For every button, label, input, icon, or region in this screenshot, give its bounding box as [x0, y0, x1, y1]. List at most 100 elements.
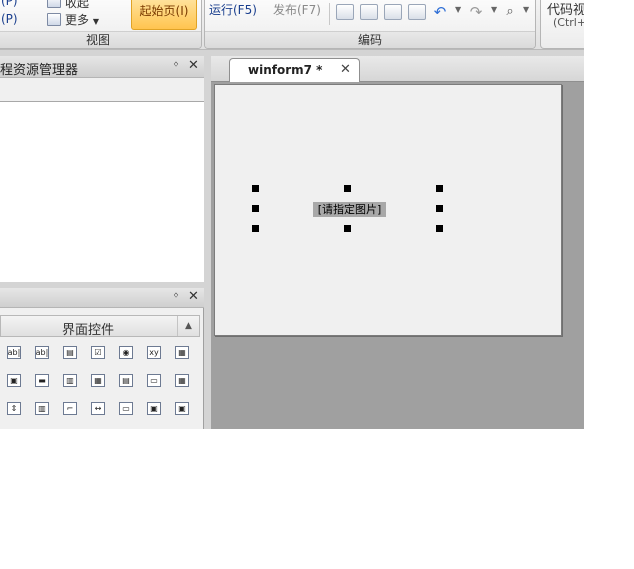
find-dropdown-icon[interactable]: ▼	[523, 5, 529, 14]
toolbox-control-glyph: ab|	[6, 346, 22, 359]
explorer-tree[interactable]	[0, 102, 204, 282]
toolbox-control-glyph: ▭	[147, 374, 161, 387]
ribbon-group-view: (P) 收起 (P) 更多 ▼ 起始页(I) 视图	[0, 0, 202, 49]
toolbox-control-glyph: ▦	[175, 346, 189, 359]
ribbon-more-button[interactable]: 更多 ▼	[65, 11, 99, 28]
toolbox-control-glyph: ☑	[91, 346, 105, 359]
toolbox-control-icon[interactable]: ab|	[3, 344, 25, 364]
toolbox-control-icon[interactable]: ↔	[87, 400, 109, 420]
close-icon[interactable]: ✕	[188, 58, 199, 73]
indent-icon[interactable]	[384, 4, 402, 20]
toolbox-control-icon[interactable]: ⇕	[3, 400, 25, 420]
pin-icon[interactable]: ᛜ	[173, 291, 179, 302]
resize-handle-s[interactable]	[344, 225, 351, 232]
toolbox-control-icon[interactable]: ▭	[115, 400, 137, 420]
toolbox-category-bar[interactable]: 界面控件 ▲	[0, 315, 200, 338]
toolbox-panel: ᛜ ✕ 界面控件 ▲ ab| ab| ▤ ☑ ◉ xy ▦ ▣ ▬ ▥ ▦ ▤ ▭ ▦ ⇕ ▥ ⌐ ↔ ▭ ▣ ▣	[0, 288, 204, 429]
undo-dropdown-icon[interactable]: ▼	[455, 5, 461, 14]
toolbox-control-glyph: ↔	[91, 402, 105, 415]
toolbox-control-glyph: ▦	[175, 374, 189, 387]
picture-box-control[interactable]: [请指定图片]	[313, 202, 386, 217]
toolbox-control-icon[interactable]: ab|	[31, 344, 53, 364]
toolbox-control-icon[interactable]: xy	[143, 344, 165, 364]
toolbox-control-icon[interactable]: ▭	[143, 372, 165, 392]
tab-close-icon[interactable]: ✕	[340, 62, 351, 77]
toolbox-control-icon[interactable]: ▦	[171, 344, 193, 364]
tab-title: winform7 *	[248, 63, 323, 77]
explorer-toolbar	[0, 78, 204, 102]
toolbox-control-glyph: ▤	[119, 374, 133, 387]
outdent-icon[interactable]	[408, 4, 426, 20]
toolbox-control-glyph: ⌐	[63, 402, 77, 415]
explorer-panel: 程资源管理器 ᛜ ✕	[0, 56, 204, 282]
find-icon[interactable]: ⌕	[501, 4, 519, 20]
ribbon-item-options[interactable]: 收起	[65, 0, 89, 11]
pin-icon[interactable]: ᛜ	[173, 60, 179, 71]
toolbox-control-glyph: ⇕	[7, 402, 21, 415]
toolbox-control-glyph: ▭	[119, 402, 133, 415]
tab-winform7[interactable]: winform7 * ✕	[229, 58, 360, 82]
redo-dropdown-icon[interactable]: ▼	[491, 5, 497, 14]
toolbox-category-label: 界面控件	[61, 323, 114, 338]
undo-icon[interactable]: ↶	[431, 4, 449, 20]
toolbox-panel-header: ᛜ ✕	[0, 288, 204, 308]
ribbon-group-label: 视图	[0, 31, 201, 48]
explorer-panel-title: 程资源管理器	[0, 63, 79, 78]
form-design-surface[interactable]: [请指定图片]	[214, 84, 562, 336]
resize-handle-n[interactable]	[344, 185, 351, 192]
resize-handle-sw[interactable]	[252, 225, 259, 232]
ribbon-item-mid-left[interactable]: (P)	[1, 12, 18, 26]
toolbox-control-glyph: ▦	[91, 374, 105, 387]
toolbox-control-icon[interactable]: ▣	[143, 400, 165, 420]
toolbox-control-glyph: ▤	[63, 346, 77, 359]
toolbox-control-icon[interactable]: ▥	[31, 400, 53, 420]
run-button[interactable]: 运行(F5)	[209, 1, 257, 18]
toolbox-control-icon[interactable]: ▣	[3, 372, 25, 392]
resize-handle-e[interactable]	[436, 205, 443, 212]
code-view-shortcut: (Ctrl+	[553, 16, 584, 29]
toolbox-control-glyph: ▣	[175, 402, 189, 415]
redo-icon[interactable]: ↷	[467, 4, 485, 20]
ribbon-item-top-left[interactable]: (P)	[1, 0, 18, 8]
toolbox-control-glyph: ▥	[63, 374, 77, 387]
toolbox-control-glyph: ▬	[35, 374, 49, 387]
toolbox-control-glyph: ▥	[35, 402, 49, 415]
toolbox-control-glyph: ◉	[119, 346, 133, 359]
toolbox-control-icon[interactable]: ▤	[115, 372, 137, 392]
ribbon-group-codeview: 代码视 (Ctrl+	[540, 0, 584, 49]
explorer-panel-header: 程资源管理器 ᛜ ✕	[0, 56, 204, 78]
resize-handle-nw[interactable]	[252, 185, 259, 192]
ide-window: (P) 收起 (P) 更多 ▼ 起始页(I) 视图 运行(F5) 发布(F7) …	[0, 0, 584, 429]
uncomment-icon[interactable]	[360, 4, 378, 20]
resize-handle-w[interactable]	[252, 205, 259, 212]
document-tabstrip: winform7 * ✕	[211, 56, 584, 82]
toolbox-control-icon[interactable]: ⌐	[59, 400, 81, 420]
ribbon: (P) 收起 (P) 更多 ▼ 起始页(I) 视图 运行(F5) 发布(F7) …	[0, 0, 584, 50]
close-icon[interactable]: ✕	[188, 289, 199, 304]
toolbox-control-icon[interactable]: ◉	[115, 344, 137, 364]
toolbox-control-icon[interactable]: ▤	[59, 344, 81, 364]
toolbox-control-icon[interactable]: ▥	[59, 372, 81, 392]
toolbox-control-glyph: ab|	[34, 346, 50, 359]
document-area: winform7 * ✕ [请指定图片]	[211, 56, 584, 429]
toolbox-control-glyph: ▣	[7, 374, 21, 387]
comment-icon[interactable]	[336, 4, 354, 20]
toolbox-control-icon[interactable]: ▦	[87, 372, 109, 392]
resize-handle-se[interactable]	[436, 225, 443, 232]
ribbon-group-label: 编码	[205, 31, 535, 48]
toolbox-control-icon[interactable]: ▦	[171, 372, 193, 392]
checkbox-icon	[47, 0, 61, 8]
chevron-up-icon[interactable]: ▲	[177, 316, 199, 336]
resize-handle-ne[interactable]	[436, 185, 443, 192]
separator	[329, 3, 330, 25]
publish-button[interactable]: 发布(F7)	[273, 1, 321, 18]
toolbox-control-icon[interactable]: ▬	[31, 372, 53, 392]
toolbox-control-icon[interactable]: ☑	[87, 344, 109, 364]
ribbon-group-code: 运行(F5) 发布(F7) ↶ ▼ ↷ ▼ ⌕ ▼ 编码	[204, 0, 536, 49]
more-icon	[47, 13, 61, 26]
more-label: 更多	[65, 13, 90, 27]
toolbox-control-glyph: ▣	[147, 402, 161, 415]
chevron-down-icon: ▼	[92, 17, 99, 26]
toolbox-control-icon[interactable]: ▣	[171, 400, 193, 420]
start-page-button[interactable]: 起始页(I)	[131, 0, 197, 30]
